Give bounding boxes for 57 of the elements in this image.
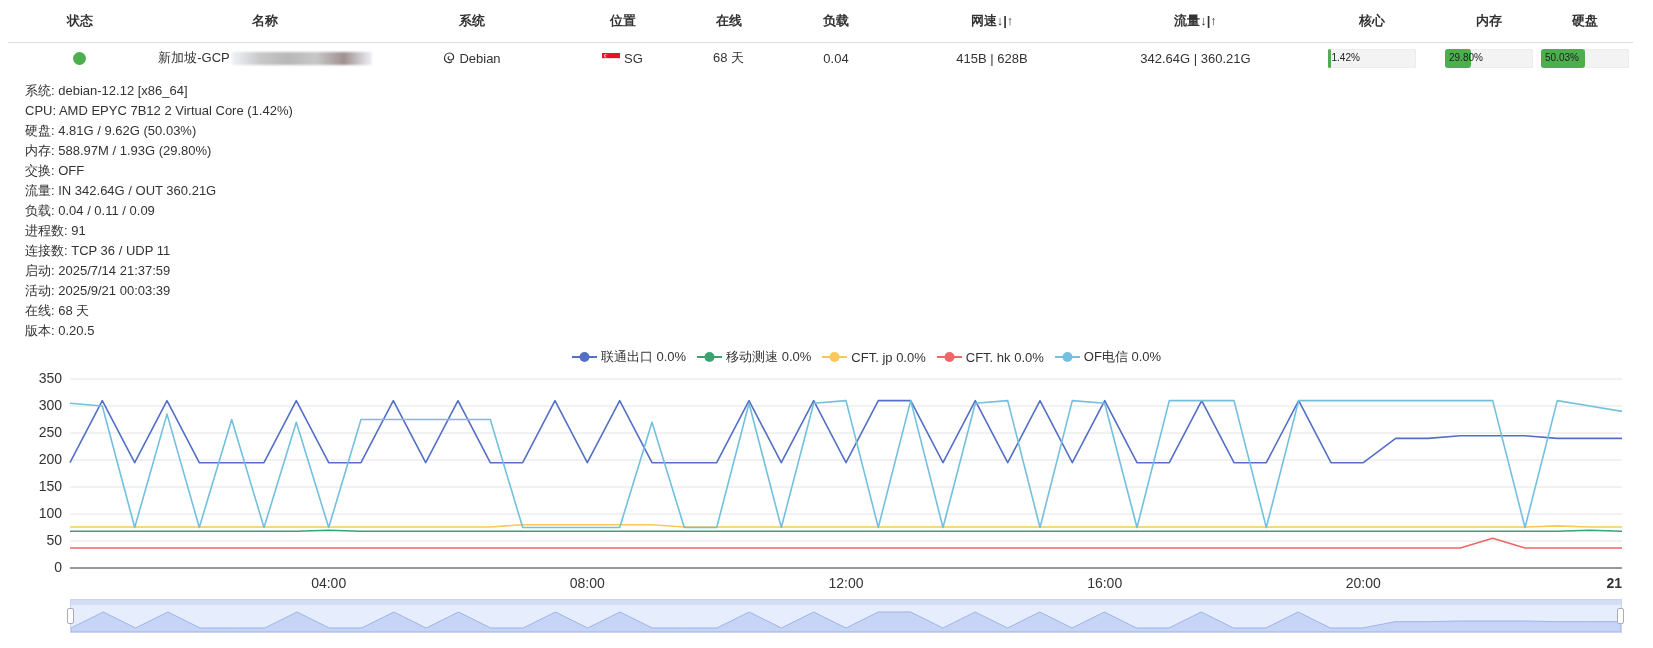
region-code: SG xyxy=(624,50,643,66)
detail-line: 交换: OFF xyxy=(25,162,86,180)
detail-line: 系统: debian-12.12 [x86_64] xyxy=(25,82,189,100)
detail-line: 活动: 2025/9/21 00:03:39 xyxy=(25,282,172,300)
slider-handle[interactable] xyxy=(1617,608,1624,624)
data-zoom-slider[interactable] xyxy=(70,599,1622,633)
detail-line: 进程数: 91 xyxy=(25,222,87,240)
y-tick-label: 150 xyxy=(38,478,62,494)
server-name: 新加坡-GCP xyxy=(158,49,230,67)
network-speed: 415B | 628B xyxy=(956,50,1028,66)
column-header: 系统 xyxy=(459,12,485,30)
legend-label: OF电信 0.0% xyxy=(1083,348,1162,366)
load-value: 0.04 xyxy=(823,50,849,66)
x-tick-label: 21 xyxy=(1606,575,1622,591)
column-header: 内存 xyxy=(1476,12,1502,30)
legend-label: CFT. hk 0.0% xyxy=(965,349,1044,365)
y-tick-label: 350 xyxy=(38,370,62,386)
x-tick-label: 12:00 xyxy=(828,575,864,591)
detail-line: 流量: IN 342.64G / OUT 360.21G xyxy=(25,182,218,200)
column-header: 负载 xyxy=(823,12,849,30)
y-tick-label: 250 xyxy=(38,424,62,440)
column-header: 位置 xyxy=(609,12,636,30)
column-header: 状态 xyxy=(66,12,93,30)
legend-label: 联通出口 0.0% xyxy=(600,348,687,366)
detail-line: CPU: AMD EPYC 7B12 2 Virtual Core (1.42%) xyxy=(25,102,294,120)
detail-line: 版本: 0.20.5 xyxy=(25,322,96,340)
y-tick-label: 0 xyxy=(54,559,62,575)
detail-line: 启动: 2025/7/14 21:37:59 xyxy=(25,262,172,280)
column-header: 核心 xyxy=(1358,12,1385,30)
detail-line: 负载: 0.04 / 0.11 / 0.09 xyxy=(25,202,156,220)
detail-line: 连接数: TCP 36 / UDP 11 xyxy=(25,242,172,260)
column-header: 名称 xyxy=(252,12,278,30)
uptime: 68 天 xyxy=(712,49,745,67)
detail-line: 在线: 68 天 xyxy=(25,302,91,320)
x-tick-label: 20:00 xyxy=(1345,575,1381,591)
y-tick-label: 200 xyxy=(38,451,62,467)
x-tick-label: 04:00 xyxy=(311,575,347,591)
legend-label: 移动测速 0.0% xyxy=(726,348,812,366)
usage-percent: 1.42% xyxy=(1331,51,1360,63)
detail-line: 硬盘: 4.81G / 9.62G (50.03%) xyxy=(25,122,198,140)
detail-line: 内存: 588.97M / 1.93G (29.80%) xyxy=(25,142,213,160)
y-tick-label: 100 xyxy=(38,505,62,521)
traffic-total: 342.64G | 360.21G xyxy=(1140,50,1251,66)
column-header: 网速↓|↑ xyxy=(970,12,1014,30)
legend-label: CFT. jp 0.0% xyxy=(851,349,926,365)
swirl-icon xyxy=(443,51,456,65)
os-name: Debian xyxy=(459,50,501,66)
y-tick-label: 300 xyxy=(38,397,62,413)
column-header: 硬盘 xyxy=(1572,12,1598,30)
column-header: 在线 xyxy=(715,12,742,30)
column-header: 流量↓|↑ xyxy=(1174,12,1217,30)
y-tick-label: 50 xyxy=(46,532,62,548)
flag-icon xyxy=(602,52,621,64)
x-tick-label: 08:00 xyxy=(569,575,605,591)
x-tick-label: 16:00 xyxy=(1087,575,1123,591)
slider-handle[interactable] xyxy=(67,608,74,624)
usage-percent: 50.03% xyxy=(1545,51,1579,63)
